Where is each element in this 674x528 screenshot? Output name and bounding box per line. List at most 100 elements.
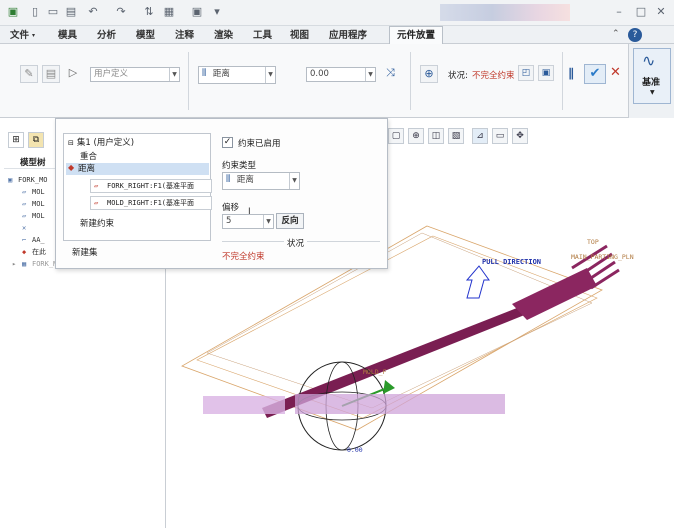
menu-mold[interactable]: 模具 [58, 29, 77, 43]
datum-curve-icon: ∿ [642, 51, 656, 70]
status-label: 状况: [448, 71, 468, 81]
window-title-blurred [440, 4, 570, 21]
maximize-icon[interactable]: □ [634, 5, 648, 19]
ribbon: ✎ ▤ ▷ 用户定义 ▼ ⫴ 距离 ▼ 0.00 ▼ ⤨ ⊕ 状况: 不完全约束… [0, 44, 628, 162]
model-tree-title: 模型树 [20, 158, 46, 168]
tree-item[interactable]: ▱ MOL [22, 199, 45, 210]
panel-offset-value: 5 [226, 216, 232, 226]
menu-model[interactable]: 模型 [136, 29, 155, 43]
fork-head [512, 268, 597, 320]
tree-item-label: AA_ [32, 236, 45, 244]
redo-icon[interactable]: ↷ [114, 5, 128, 19]
reference-1-label: FORK_RIGHT:F1(基准平面 [107, 182, 195, 190]
reference-1[interactable]: ▱ FORK_RIGHT:F1(基准平面 [90, 179, 212, 193]
tree-item[interactable]: ⌐ AA_ [22, 235, 45, 246]
chevron-down-icon: ▼ [169, 68, 179, 81]
tab-component-placement[interactable]: 元件放置 [389, 26, 443, 45]
menu-render[interactable]: 渲染 [214, 29, 233, 43]
distance-icon: ⫴ [226, 174, 231, 185]
placement-type-select[interactable]: 用户定义 ▼ [90, 67, 180, 82]
flip-button[interactable]: 反向 [276, 213, 304, 229]
constraint-set-list: ⊟ 集1 (用户定义) 重合 ◆ 距离 ▱ FORK_RIGHT:F1(基准平面 ▱… [63, 133, 212, 241]
cancel-icon[interactable]: ✕ [610, 65, 621, 80]
placement-type-value: 用户定义 [94, 69, 129, 79]
annotation-display-icon[interactable]: ▭ [492, 128, 508, 144]
pause-icon[interactable]: ∥ [568, 66, 574, 80]
tree-item[interactable]: ◆ 在此 [22, 247, 46, 258]
offset-input[interactable]: 0.00 ▼ [306, 67, 376, 82]
zoom-to-fit-icon[interactable]: ▢ [388, 128, 404, 144]
title-bar: ▣ ▯ ▭ ▤ ↶ ↷ ⇅ ▦ ▣ ▾ – □ ✕ [0, 0, 674, 26]
chevron-down-icon[interactable]: ▾ [32, 29, 35, 43]
watermark-blur [203, 396, 285, 414]
new-icon[interactable]: ▯ [28, 5, 42, 19]
new-constraint-link[interactable]: 新建约束 [80, 217, 114, 229]
menu-tools[interactable]: 工具 [253, 29, 272, 43]
distance-icon: ⫴ [202, 68, 207, 79]
tree-item[interactable]: ▱ MOL [22, 187, 45, 198]
angle-readout: 0.00 [347, 446, 363, 454]
active-constraint-icon: ◆ [68, 163, 75, 172]
set-item[interactable]: ⊟ 集1 (用户定义) [68, 136, 134, 148]
pull-direction-arrow [465, 265, 490, 299]
close-window-icon[interactable]: ▣ [190, 5, 204, 19]
tree-view-icon[interactable]: ⊞ [8, 132, 24, 148]
new-set-link[interactable]: 新建集 [72, 246, 98, 258]
selected-constraint-label: 距离 [78, 164, 96, 174]
tree-item[interactable]: ▱ MOL [22, 211, 45, 222]
status-header: 状况 [284, 237, 308, 249]
spin-center-icon[interactable]: ✥ [512, 128, 528, 144]
use-interface-icon[interactable]: ✎ [20, 65, 38, 83]
constraint-enabled-checkbox[interactable]: ✓ [222, 137, 233, 148]
datum-display-icon[interactable]: ⊿ [472, 128, 488, 144]
tree-item[interactable]: ✕ [22, 223, 32, 233]
minimize-icon[interactable]: – [612, 5, 626, 19]
coincident-group[interactable]: 重合 [80, 150, 97, 162]
axis-icon: ⌐ [22, 236, 27, 244]
menu-analysis[interactable]: 分析 [97, 29, 116, 43]
tree-item-label: MOL [32, 212, 45, 220]
panel-offset-input[interactable]: 5 ▼ [222, 214, 274, 229]
display-style-icon[interactable]: ▧ [448, 128, 464, 144]
assembly-icon: ▣ [8, 176, 13, 184]
datum-button[interactable]: ∿ 基准 ▼ [633, 48, 671, 104]
close-icon[interactable]: ✕ [654, 5, 668, 19]
app-icon: ▣ [7, 5, 19, 18]
save-icon[interactable]: ▤ [64, 5, 78, 19]
plane-icon: ▱ [22, 188, 27, 196]
accept-button[interactable]: ✔ [584, 64, 606, 84]
menu-file[interactable]: 文件 [10, 29, 29, 43]
regenerate-icon[interactable]: ⇅ [142, 5, 156, 19]
use-3d-icon[interactable]: ▤ [42, 65, 60, 83]
constraint-type-value: 距离 [212, 69, 230, 79]
menu-annotate[interactable]: 注释 [175, 29, 194, 43]
move-component-icon[interactable]: ⊕ [420, 65, 438, 83]
customize-icon[interactable]: ▾ [210, 5, 224, 19]
layer-tree-icon[interactable]: ⧉ [28, 132, 44, 148]
selected-constraint-row[interactable]: ◆ 距离 [66, 163, 209, 175]
help-icon[interactable]: ? [628, 28, 642, 42]
flip-icon[interactable]: ⤨ [386, 66, 395, 80]
tree-item-label: FORK_MO [18, 176, 48, 184]
tree-item[interactable]: ▣ FORK_MO [8, 175, 48, 186]
tree-item-label: 在此 [32, 248, 46, 256]
offset-input-value: 0.00 [310, 69, 329, 79]
minimize-ribbon-icon[interactable]: ⌃ [612, 29, 620, 39]
windows-icon[interactable]: ▦ [162, 5, 176, 19]
reference-2[interactable]: ▱ MOLD_RIGHT:F1(基准平面 [90, 196, 212, 210]
undo-icon[interactable]: ↶ [86, 5, 100, 19]
separate-window-icon[interactable]: ◰ [518, 65, 534, 81]
menu-view[interactable]: 视图 [290, 29, 309, 43]
reference-2-label: MOLD_RIGHT:F1(基准平面 [107, 199, 195, 207]
constraint-type-select[interactable]: ⫴ 距离 ▼ [198, 66, 276, 84]
assembly-window-icon[interactable]: ▣ [538, 65, 554, 81]
top-plane-label: TOP [587, 238, 599, 246]
panel-constraint-type-select[interactable]: ⫴ 距离 ▼ [222, 172, 300, 190]
open-icon[interactable]: ▭ [46, 5, 60, 19]
chevron-down-icon: ▼ [263, 215, 273, 228]
zoom-in-icon[interactable]: ⊕ [408, 128, 424, 144]
plane-icon: ▱ [22, 212, 27, 220]
repaint-icon[interactable]: ◫ [428, 128, 444, 144]
chevron-down-icon: ▼ [650, 89, 655, 96]
menu-applications[interactable]: 应用程序 [329, 29, 367, 43]
